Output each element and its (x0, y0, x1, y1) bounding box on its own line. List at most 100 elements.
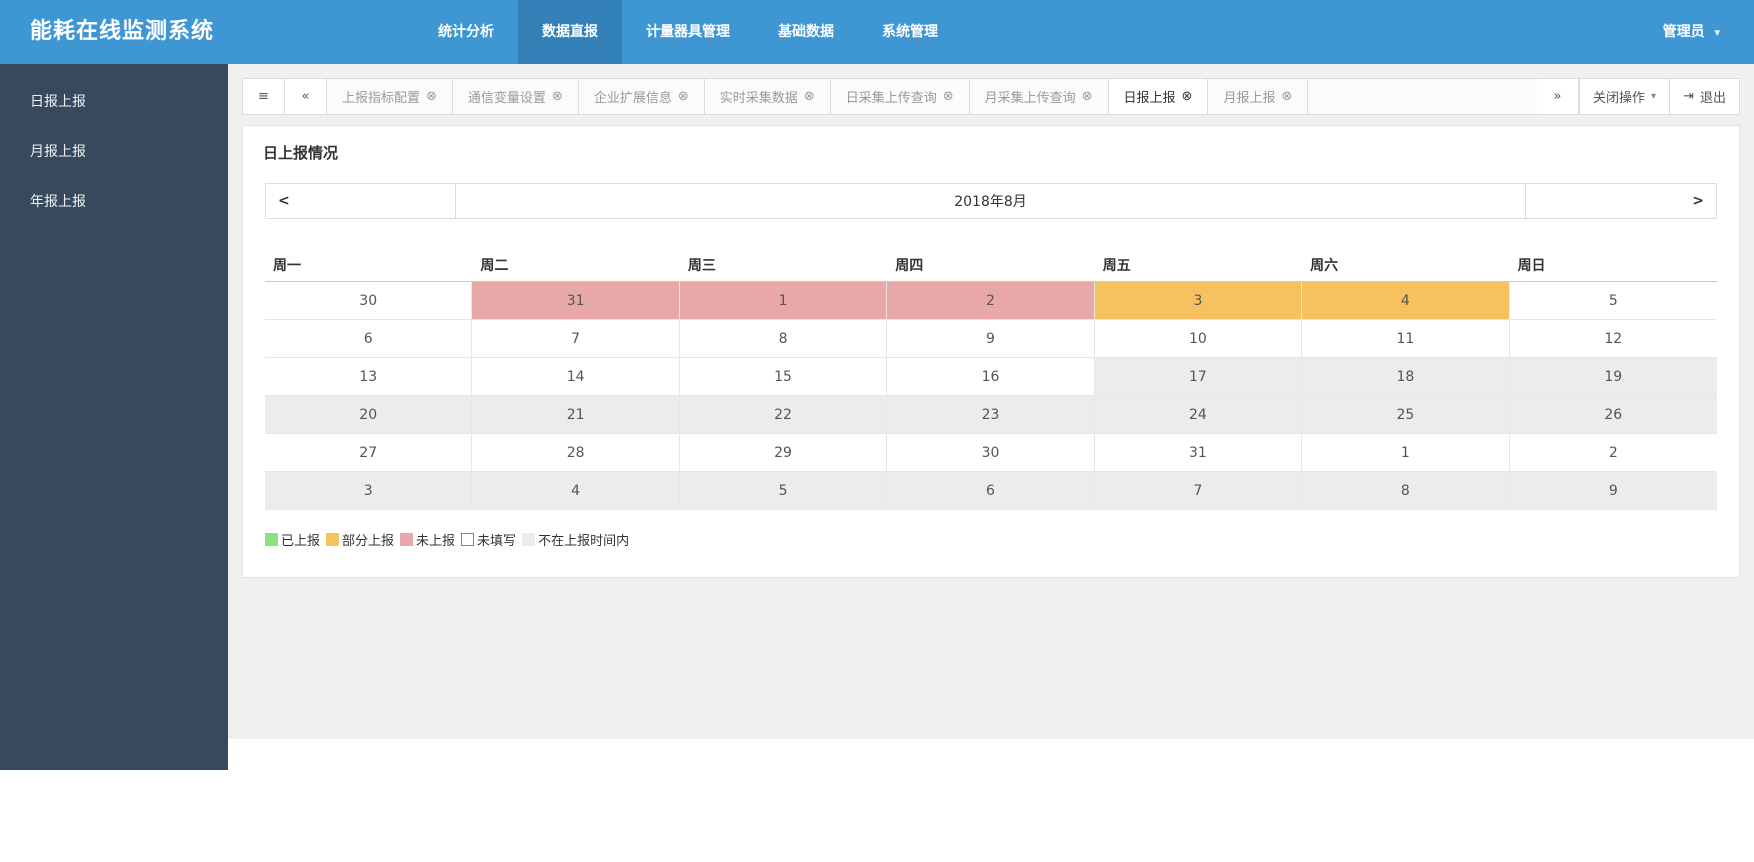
calendar-day-cell[interactable]: 13 (265, 358, 472, 396)
calendar-prev-button[interactable]: < (266, 184, 456, 218)
calendar-day-cell[interactable]: 28 (472, 434, 679, 472)
close-operations-label: 关闭操作 (1593, 87, 1645, 106)
calendar-day-cell[interactable]: 26 (1510, 396, 1717, 434)
content-wrapper: ≡ « 上报指标配置⊗通信变量设置⊗企业扩展信息⊗ 实时采集数据 ⊗ 日采集上传查询 ⊗… (228, 64, 1754, 739)
calendar-day-cell[interactable]: 1 (1302, 434, 1509, 472)
calendar-day-cell[interactable]: 9 (887, 320, 1094, 358)
tab-close-icon[interactable]: ⊗ (1281, 89, 1292, 104)
calendar-day-cell[interactable]: 21 (472, 396, 679, 434)
calendar-day-cell[interactable]: 3 (1095, 282, 1302, 320)
daily-report-panel: 日上报情况 < 2018年8月 > 周一周二周三周四周五周六周日 3031123… (242, 125, 1740, 578)
tabs-scroll-right-button[interactable]: » (1537, 79, 1579, 114)
app-title: 能耗在线监测系统 (0, 0, 214, 64)
tab-close-icon[interactable]: ⊗ (426, 89, 437, 104)
tab-close-icon[interactable]: ⊗ (804, 89, 815, 104)
calendar-day-cell[interactable]: 18 (1302, 358, 1509, 396)
tab-label: 日采集上传查询 (846, 87, 937, 106)
calendar-day-cell[interactable]: 8 (680, 320, 887, 358)
calendar-day-cell[interactable]: 16 (887, 358, 1094, 396)
top-nav-item[interactable]: 数据直报 (518, 0, 622, 64)
calendar-next-button[interactable]: > (1526, 184, 1716, 218)
top-nav-item[interactable]: 系统管理 (858, 0, 962, 64)
user-name: 管理员 (1663, 24, 1705, 40)
calendar-day-cell[interactable]: 1 (680, 282, 887, 320)
tab-label: 实时采集数据 (720, 87, 798, 106)
calendar-day-cell[interactable]: 24 (1095, 396, 1302, 434)
calendar-day-cell[interactable]: 30 (887, 434, 1094, 472)
tab[interactable]: 月采集上传查询 ⊗ (970, 79, 1109, 114)
hamburger-button[interactable]: ≡ (243, 79, 285, 114)
calendar-day-cell[interactable]: 2 (887, 282, 1094, 320)
calendar-day-cell[interactable]: 6 (265, 320, 472, 358)
calendar-day-cell[interactable]: 17 (1095, 358, 1302, 396)
calendar-day-cell[interactable]: 11 (1302, 320, 1509, 358)
tab[interactable]: 企业扩展信息⊗ (579, 79, 705, 114)
caret-down-icon: ▾ (1714, 26, 1720, 39)
legend-swatch (461, 533, 474, 546)
logout-button[interactable]: ⇥ 退出 (1669, 79, 1739, 114)
calendar-day-cell[interactable]: 4 (1302, 282, 1509, 320)
calendar-day-cell[interactable]: 9 (1510, 472, 1717, 510)
tab[interactable]: 实时采集数据 ⊗ (705, 79, 831, 114)
double-chevron-left-icon: « (302, 89, 310, 104)
tab-label: 月报上报 (1223, 87, 1275, 106)
calendar-day-cell[interactable]: 4 (472, 472, 679, 510)
legend: 已上报部分上报未上报未填写不在上报时间内 (265, 530, 1717, 549)
tabs-scroll-left-button[interactable]: « (285, 79, 327, 114)
calendar-day-cell[interactable]: 15 (680, 358, 887, 396)
tab[interactable]: 月报上报 ⊗ (1208, 79, 1308, 114)
calendar-day-cell[interactable]: 5 (1510, 282, 1717, 320)
app-header: 能耗在线监测系统 统计分析数据直报计量器具管理基础数据系统管理 管理员 ▾ (0, 0, 1754, 64)
calendar-day-cell[interactable]: 6 (887, 472, 1094, 510)
tab[interactable]: 上报指标配置⊗ (327, 79, 453, 114)
calendar-day-cell[interactable]: 5 (680, 472, 887, 510)
tab[interactable]: 日报上报⊗ (1109, 79, 1209, 114)
legend-swatch (522, 533, 535, 546)
calendar-day-cell[interactable]: 8 (1302, 472, 1509, 510)
calendar-day-cell[interactable]: 3 (265, 472, 472, 510)
legend-item: 未上报 (400, 530, 455, 549)
calendar-day-cell[interactable]: 14 (472, 358, 679, 396)
legend-item: 不在上报时间内 (522, 530, 629, 549)
calendar-day-cell[interactable]: 19 (1510, 358, 1717, 396)
tab-label: 月采集上传查询 (985, 87, 1076, 106)
tab-close-icon[interactable]: ⊗ (943, 89, 954, 104)
calendar-day-cell[interactable]: 7 (472, 320, 679, 358)
sidebar-item[interactable]: 月报上报 (0, 126, 228, 176)
weekday-label: 周三 (680, 249, 887, 282)
tab[interactable]: 通信变量设置⊗ (453, 79, 579, 114)
calendar-day-cell[interactable]: 22 (680, 396, 887, 434)
weekday-header: 周一周二周三周四周五周六周日 (265, 249, 1717, 282)
calendar-day-cell[interactable]: 2 (1510, 434, 1717, 472)
top-nav-item[interactable]: 计量器具管理 (622, 0, 754, 64)
tab-close-icon[interactable]: ⊗ (552, 89, 563, 104)
tab-close-icon[interactable]: ⊗ (1082, 89, 1093, 104)
calendar-day-cell[interactable]: 20 (265, 396, 472, 434)
calendar-day-cell[interactable]: 7 (1095, 472, 1302, 510)
calendar-day-cell[interactable]: 31 (1095, 434, 1302, 472)
legend-label: 未填写 (477, 530, 516, 549)
tab-close-icon[interactable]: ⊗ (1182, 89, 1193, 104)
user-menu[interactable]: 管理员 ▾ (1663, 0, 1754, 64)
legend-label: 不在上报时间内 (538, 530, 629, 549)
caret-down-icon: ▾ (1651, 91, 1656, 102)
calendar-day-cell[interactable]: 10 (1095, 320, 1302, 358)
calendar-day-cell[interactable]: 30 (265, 282, 472, 320)
legend-swatch (326, 533, 339, 546)
calendar-day-cell[interactable]: 23 (887, 396, 1094, 434)
weekday-label: 周六 (1302, 249, 1509, 282)
top-nav-item[interactable]: 基础数据 (754, 0, 858, 64)
calendar-day-cell[interactable]: 27 (265, 434, 472, 472)
close-operations-button[interactable]: 关闭操作 ▾ (1579, 79, 1669, 114)
sidebar-item[interactable]: 日报上报 (0, 76, 228, 126)
tabs-spacer (1308, 79, 1537, 114)
calendar-day-cell[interactable]: 12 (1510, 320, 1717, 358)
tab-close-icon[interactable]: ⊗ (678, 89, 689, 104)
legend-item: 部分上报 (326, 530, 394, 549)
calendar-day-cell[interactable]: 29 (680, 434, 887, 472)
top-nav-item[interactable]: 统计分析 (414, 0, 518, 64)
calendar-day-cell[interactable]: 31 (472, 282, 679, 320)
tab[interactable]: 日采集上传查询 ⊗ (831, 79, 970, 114)
sidebar-item[interactable]: 年报上报 (0, 176, 228, 226)
calendar-day-cell[interactable]: 25 (1302, 396, 1509, 434)
